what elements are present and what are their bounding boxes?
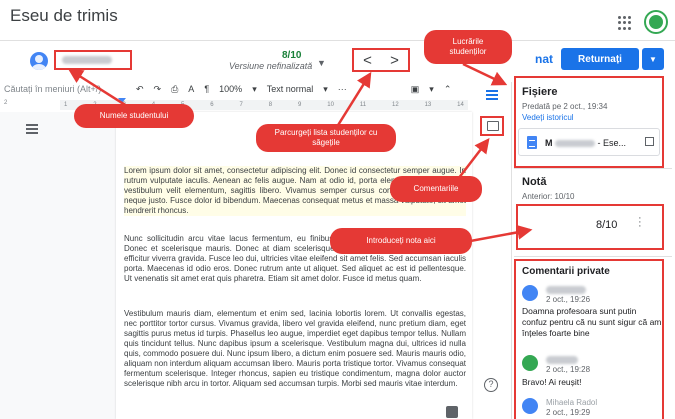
- comment-time: 2 oct., 19:28: [546, 365, 591, 374]
- callout-enter-grade: Introduceți nota aici: [330, 228, 472, 254]
- spellcheck-icon[interactable]: A: [188, 84, 194, 94]
- panel-divider: [511, 82, 512, 419]
- student-grade: 8/10: [282, 50, 302, 61]
- comment-avatar: [522, 355, 538, 371]
- ruler-tick: 1: [64, 102, 68, 108]
- callout-comments: Comentariile: [390, 176, 482, 202]
- ruler-tick: 6: [210, 102, 214, 108]
- ruler-tick: 11: [359, 102, 367, 108]
- scroll-button[interactable]: [446, 406, 458, 418]
- commenter-name-redacted: [546, 356, 578, 364]
- grade-input[interactable]: 8/10: [596, 219, 617, 231]
- section-divider: [514, 256, 672, 257]
- ruler-tick: 9: [298, 102, 302, 108]
- callout-student-name: Numele studentului: [74, 104, 194, 128]
- ruler-tick: 12: [391, 102, 399, 108]
- previous-grade: Anterior: 10/10: [522, 192, 575, 201]
- document-paragraph: Vestibulum mauris diam, elementum et eni…: [124, 309, 466, 388]
- more-options-icon[interactable]: ···: [338, 84, 347, 94]
- comment-avatar: [522, 398, 538, 414]
- open-in-new-icon[interactable]: [645, 137, 654, 146]
- redo-icon[interactable]: ↷: [154, 84, 162, 95]
- commenter-name: Mihaela Radol: [546, 398, 598, 407]
- header-divider: [0, 40, 675, 41]
- file-name-redacted: [555, 140, 596, 148]
- student-avatar-icon: [30, 52, 48, 70]
- apps-grid-icon[interactable]: [618, 16, 632, 30]
- more-vert-icon[interactable]: · · ·: [638, 213, 642, 232]
- partial-action-label: nat: [535, 52, 553, 66]
- comment-text: Bravo! Ai reușit!: [522, 377, 582, 387]
- file-name: M - Ese...: [545, 138, 627, 148]
- outline-icon[interactable]: [26, 124, 38, 134]
- next-student-button[interactable]: >: [390, 52, 399, 69]
- submitted-time: Predată pe 2 oct., 19:34: [522, 102, 608, 111]
- chevron-down-icon[interactable]: ▾: [252, 84, 257, 95]
- ruler-tick: 10: [327, 102, 334, 108]
- comment-avatar: [522, 285, 538, 301]
- previous-student-button[interactable]: <: [363, 52, 372, 69]
- zoom-select[interactable]: 100%: [219, 84, 242, 94]
- section-divider: [514, 168, 672, 169]
- student-name[interactable]: [54, 50, 132, 70]
- editor-toolbar: Căutați în meniuri (Alt+/) ↶ ↷ ⎙ A ¶ 100…: [0, 80, 470, 98]
- draft-status: Versiune nefinalizată: [229, 61, 313, 71]
- document-page[interactable]: Lorem ipsum dolor sit amet, consectetur …: [116, 112, 472, 419]
- comments-icon[interactable]: [480, 116, 504, 136]
- student-navigation: < >: [352, 48, 410, 72]
- return-dropdown-button[interactable]: ▼: [642, 48, 664, 70]
- comment-text: Doamna profesoara sunt putin confuz pent…: [522, 306, 662, 338]
- chevron-down-icon[interactable]: ▾: [429, 84, 434, 95]
- ruler-left-tick: 2: [4, 100, 8, 106]
- callout-browse-students: Parcurgeți lista studenților cu săgețile: [256, 124, 396, 152]
- private-comments-heading: Comentarii private: [522, 266, 610, 277]
- files-panel-icon[interactable]: [484, 88, 500, 104]
- indent-marker[interactable]: [118, 98, 126, 103]
- private-comments-section: [514, 259, 664, 419]
- ruler-tick: 7: [239, 102, 243, 108]
- comment-time: 2 oct., 19:29: [546, 408, 591, 417]
- ruler-tick: 14: [457, 102, 464, 108]
- paint-format-icon[interactable]: ¶: [204, 84, 209, 94]
- chevron-down-icon[interactable]: ▾: [323, 84, 328, 95]
- student-name-redacted: [62, 56, 112, 64]
- comment-time: 2 oct., 19:26: [546, 295, 591, 304]
- ruler-tick: 13: [424, 102, 432, 108]
- commenter-name-redacted: [546, 286, 586, 294]
- google-doc-icon: [527, 136, 537, 149]
- menu-search-input[interactable]: Căutați în meniuri (Alt+/): [0, 84, 126, 94]
- ruler-tick: 8: [268, 102, 273, 108]
- help-icon[interactable]: ?: [484, 378, 498, 392]
- chevron-up-icon[interactable]: ⌃: [444, 84, 452, 95]
- files-heading: Fișiere: [522, 86, 558, 98]
- callout-student-work: Lucrările studenților: [424, 30, 512, 64]
- file-card[interactable]: M - Ese...: [518, 128, 660, 156]
- image-icon[interactable]: ▣: [411, 84, 420, 95]
- view-history-link[interactable]: Vedeți istoricul: [522, 113, 574, 122]
- account-avatar[interactable]: [646, 12, 666, 32]
- return-button[interactable]: Returnați: [561, 48, 639, 70]
- grade-heading: Notă: [522, 176, 547, 188]
- page-title: Eseu de trimis: [10, 6, 118, 25]
- chevron-down-icon[interactable]: ▼: [317, 58, 326, 68]
- print-icon[interactable]: ⎙: [171, 84, 178, 95]
- style-select[interactable]: Text normal: [267, 84, 314, 94]
- undo-icon[interactable]: ↶: [136, 84, 144, 95]
